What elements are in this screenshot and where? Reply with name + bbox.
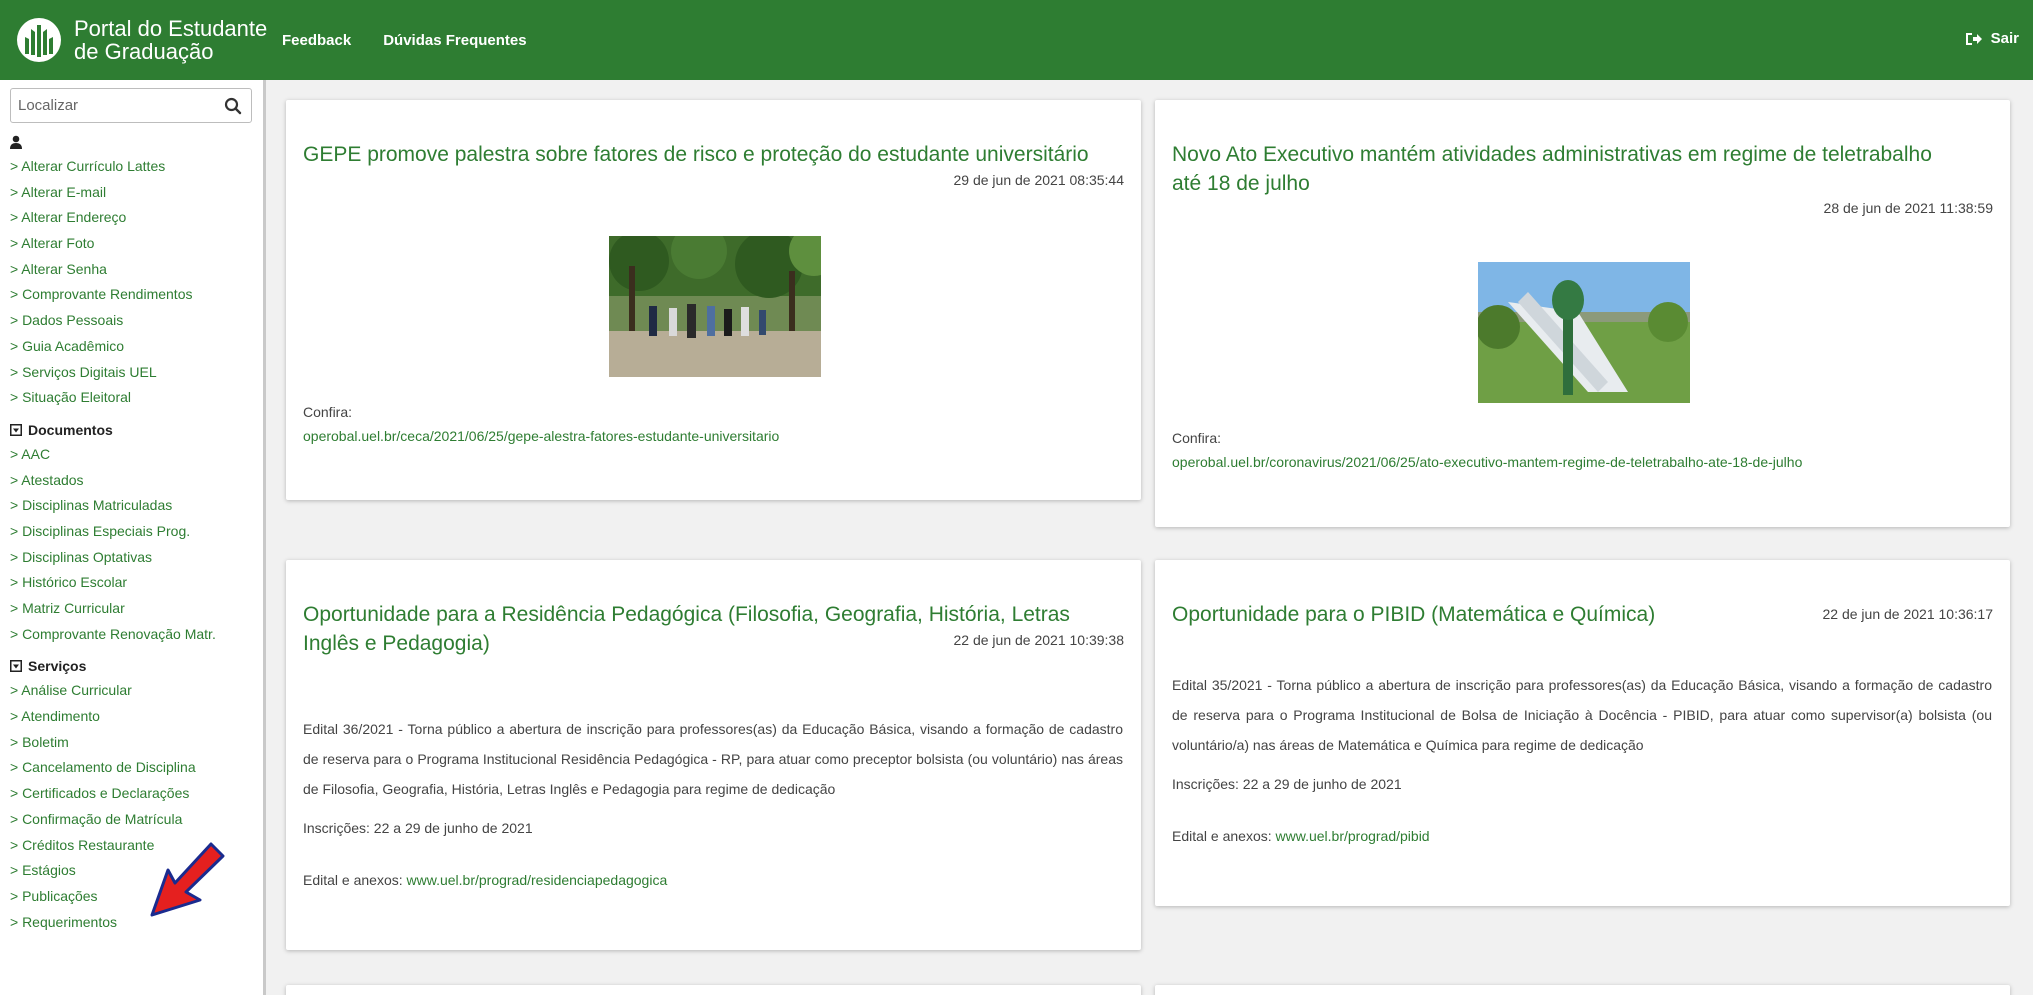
profile-menu-item[interactable]: > Serviços Digitais UEL — [10, 360, 253, 386]
card-title[interactable]: GEPE promove palestra sobre fatores de r… — [303, 140, 1103, 169]
card-date: 29 de jun de 2021 08:35:44 — [953, 172, 1125, 188]
collapse-icon[interactable] — [10, 423, 22, 436]
services-menu-item[interactable]: > Confirmação de Matrícula — [10, 807, 253, 833]
logout-label: Sair — [1990, 30, 2019, 47]
collapse-icon[interactable] — [10, 660, 22, 673]
documents-menu: > AAC > Atestados > Disciplinas Matriculad… — [10, 442, 253, 648]
brand-title: Portal do Estudante de Graduação — [74, 17, 267, 63]
services-menu-item[interactable]: > Cancelamento de Disciplina — [10, 755, 253, 781]
card-link[interactable]: operobal.uel.br/ceca/2021/06/25/gepe-ale… — [303, 428, 779, 444]
card-edital-row: Edital e anexos: www.uel.br/prograd/pibi… — [1172, 821, 1430, 851]
uel-logo-icon — [17, 18, 61, 62]
profile-menu-item[interactable]: > Guia Acadêmico — [10, 334, 253, 360]
profile-menu-item[interactable]: > Situação Eleitoral — [10, 385, 253, 411]
documents-title: Documentos — [28, 421, 113, 438]
profile-section: > Alterar Currículo Lattes > Alterar E-ma… — [10, 133, 253, 411]
card-date: 22 de jun de 2021 10:39:38 — [953, 632, 1125, 648]
profile-menu-item[interactable]: > Alterar Endereço — [10, 205, 253, 231]
card-date: 28 de jun de 2021 11:38:59 — [1823, 200, 1993, 216]
documents-menu-item[interactable]: > Histórico Escolar — [10, 570, 253, 596]
card-title[interactable]: Oportunidade para a Residência Pedagógic… — [303, 600, 1103, 658]
services-menu-item[interactable]: > Certificados e Declarações — [10, 781, 253, 807]
profile-section-header — [10, 133, 253, 151]
documents-menu-item[interactable]: > AAC — [10, 442, 253, 468]
card-link[interactable]: operobal.uel.br/coronavirus/2021/06/25/a… — [1172, 454, 1802, 470]
card-date: 22 de jun de 2021 10:36:17 — [1822, 606, 1994, 622]
services-title: Serviços — [28, 658, 87, 675]
profile-menu-item[interactable]: > Alterar E-mail — [10, 180, 253, 206]
card-inscricoes: Inscrições: 22 a 29 de junho de 2021 — [1172, 776, 1402, 792]
documents-section: Documentos > AAC > Atestados > Disciplinas… — [10, 421, 253, 648]
nav-feedback[interactable]: Feedback — [282, 32, 351, 49]
news-card: Novo Ato Executivo mantém atividades adm… — [1155, 100, 2010, 527]
card-title[interactable]: Novo Ato Executivo mantém atividades adm… — [1172, 140, 1942, 198]
brand-title-line2: de Graduação — [74, 39, 214, 64]
card-body: Edital 35/2021 - Torna público a abertur… — [1172, 677, 1992, 753]
search-box — [10, 88, 252, 123]
brand[interactable]: Portal do Estudante de Graduação — [0, 17, 270, 63]
top-nav: Feedback Dúvidas Frequentes — [282, 32, 559, 49]
card-body: Edital 36/2021 - Torna público a abertur… — [303, 721, 1123, 797]
documents-menu-item[interactable]: > Comprovante Renovação Matr. — [10, 622, 253, 648]
user-icon — [10, 135, 22, 149]
card-edital-link[interactable]: www.uel.br/prograd/pibid — [1276, 828, 1430, 844]
documents-menu-item[interactable]: > Matriz Curricular — [10, 596, 253, 622]
profile-menu-item[interactable]: > Alterar Currículo Lattes — [10, 154, 253, 180]
card-link-row: operobal.uel.br/coronavirus/2021/06/25/a… — [1172, 447, 1802, 477]
news-card: Oportunidade para a Residência Pedagógic… — [286, 560, 1141, 950]
card-edital-link[interactable]: www.uel.br/prograd/residenciapedagogica — [407, 872, 668, 888]
services-section-header: Serviços — [10, 657, 253, 675]
profile-menu-item[interactable]: > Alterar Foto — [10, 231, 253, 257]
top-bar: Portal do Estudante de Graduação Feedbac… — [0, 0, 2033, 80]
documents-menu-item[interactable]: > Disciplinas Optativas — [10, 545, 253, 571]
card-inscricoes: Inscrições: 22 a 29 de junho de 2021 — [303, 820, 533, 836]
documents-menu-item[interactable]: > Disciplinas Especiais Prog. — [10, 519, 253, 545]
annotation-arrow-icon — [150, 842, 225, 917]
brand-title-line1: Portal do Estudante — [74, 16, 268, 41]
card-edital-label: Edital e anexos: — [1172, 828, 1276, 844]
news-card — [286, 985, 1141, 995]
sign-out-icon — [1965, 32, 1982, 45]
news-card: GEPE promove palestra sobre fatores de r… — [286, 100, 1141, 500]
documents-menu-item[interactable]: > Disciplinas Matriculadas — [10, 493, 253, 519]
news-card: Oportunidade para o PIBID (Matemática e … — [1155, 560, 2010, 906]
services-menu-item[interactable]: > Boletim — [10, 730, 253, 756]
card-link-row: operobal.uel.br/ceca/2021/06/25/gepe-ale… — [303, 421, 779, 451]
profile-menu-item[interactable]: > Dados Pessoais — [10, 308, 253, 334]
profile-menu-item[interactable]: > Comprovante Rendimentos — [10, 282, 253, 308]
search-icon[interactable] — [223, 96, 243, 116]
nav-faq[interactable]: Dúvidas Frequentes — [383, 32, 526, 49]
card-edital-row: Edital e anexos: www.uel.br/prograd/resi… — [303, 865, 667, 895]
students-walking-image — [609, 236, 821, 377]
documents-section-header: Documentos — [10, 421, 253, 439]
profile-menu-item[interactable]: > Alterar Senha — [10, 257, 253, 283]
logout-button[interactable]: Sair — [1965, 30, 2019, 47]
search-input[interactable] — [11, 89, 211, 122]
news-card — [1155, 985, 2010, 995]
services-menu-item[interactable]: > Atendimento — [10, 704, 253, 730]
services-menu-item[interactable]: > Análise Curricular — [10, 678, 253, 704]
card-edital-label: Edital e anexos: — [303, 872, 407, 888]
documents-menu-item[interactable]: > Atestados — [10, 468, 253, 494]
card-title[interactable]: Oportunidade para o PIBID (Matemática e … — [1172, 600, 1772, 629]
profile-menu: > Alterar Currículo Lattes > Alterar E-ma… — [10, 154, 253, 411]
campus-sculpture-image — [1478, 262, 1690, 403]
